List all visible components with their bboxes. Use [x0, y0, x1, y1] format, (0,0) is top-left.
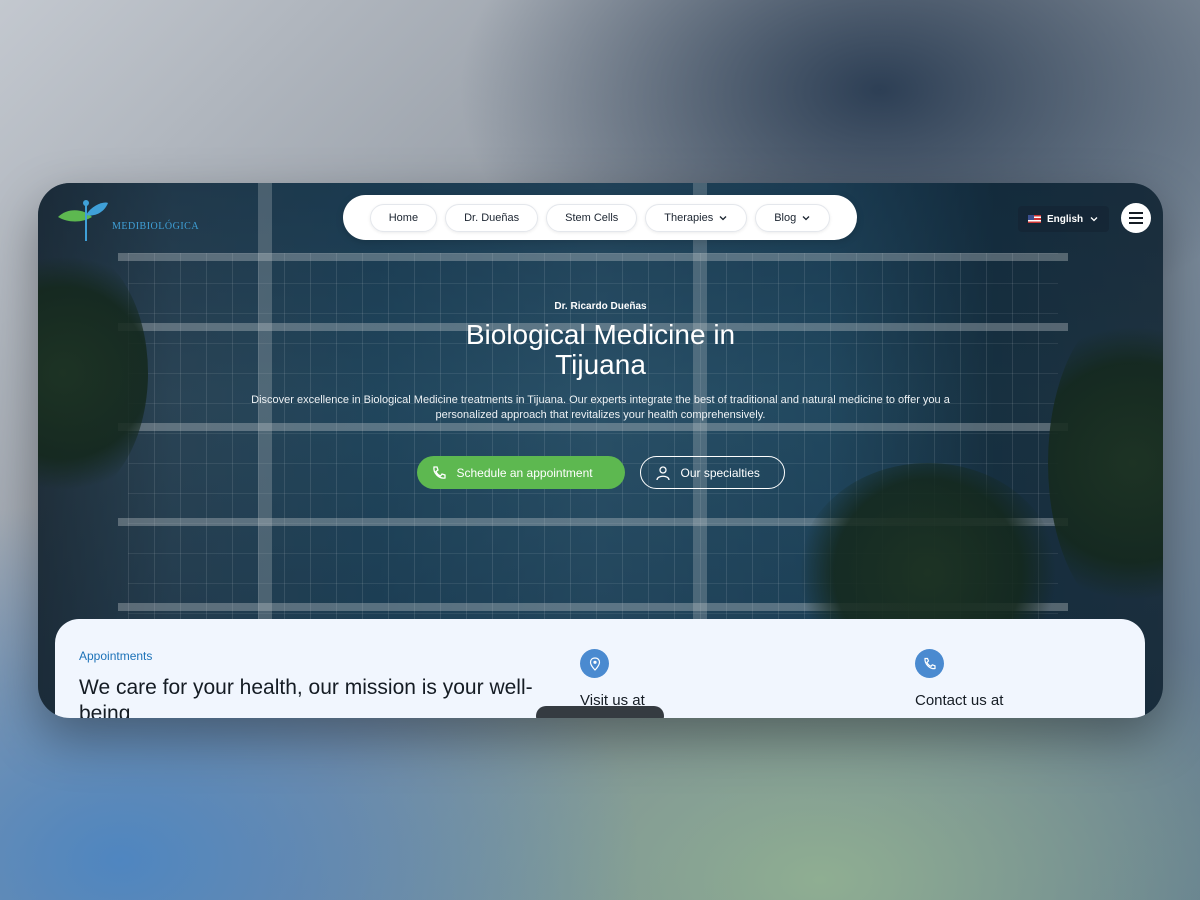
nav-home[interactable]: Home — [369, 203, 438, 232]
menu-button[interactable] — [1121, 203, 1151, 233]
hero-content: Dr. Ricardo Dueñas Biological Medicine i… — [38, 301, 1163, 423]
nav-label: Therapies — [664, 211, 714, 224]
contact-us-title: Contact us at — [915, 692, 1004, 709]
location-pin-icon — [580, 649, 609, 678]
nav-stem-cells[interactable]: Stem Cells — [546, 203, 638, 232]
leaf-logo-icon — [58, 200, 108, 241]
language-label: English — [1047, 213, 1084, 225]
browser-frame: MEDIBIOLÓGICA Home Dr. Dueñas Stem Cells… — [38, 183, 1163, 718]
hero-description: Discover excellence in Biological Medici… — [251, 394, 950, 421]
logo-text: MEDIBIOLÓGICA — [112, 220, 200, 232]
site-logo[interactable]: MEDIBIOLÓGICA — [56, 197, 199, 241]
nav-label: Stem Cells — [565, 211, 619, 224]
chevron-down-icon — [1090, 217, 1098, 222]
phone-call-icon — [915, 649, 944, 678]
schedule-appointment-button[interactable]: Schedule an appointment — [416, 456, 625, 489]
nav-blog[interactable]: Blog — [755, 203, 831, 232]
nav-label: Blog — [774, 211, 797, 224]
floating-toolbar[interactable] — [536, 706, 664, 718]
phone-icon — [432, 465, 446, 479]
hero-eyebrow: Dr. Ricardo Dueñas — [554, 301, 647, 312]
doctor-icon — [655, 465, 670, 480]
appointments-label: Appointments — [79, 649, 153, 663]
us-flag-icon — [1028, 215, 1041, 223]
hamburger-icon — [1129, 212, 1143, 224]
chevron-down-icon — [802, 215, 810, 220]
nav-therapies[interactable]: Therapies — [645, 203, 748, 232]
language-selector[interactable]: English — [1018, 206, 1110, 232]
nav-label: Dr. Dueñas — [464, 211, 520, 224]
main-nav: Home Dr. Dueñas Stem Cells Therapies Blo… — [343, 195, 857, 240]
hero-ctas: Schedule an appointment Our specialties — [38, 456, 1163, 489]
chevron-down-icon — [719, 215, 727, 220]
hero-title: Biological Medicine in Tijuana — [465, 319, 736, 380]
info-card: Appointments We care for your health, ou… — [55, 619, 1145, 718]
our-specialties-label: Our specialties — [680, 465, 760, 480]
our-specialties-button[interactable]: Our specialties — [639, 456, 785, 489]
nav-dr-duenas[interactable]: Dr. Dueñas — [445, 203, 539, 232]
info-card-title: We care for your health, our mission is … — [79, 676, 533, 718]
schedule-appointment-label: Schedule an appointment — [456, 465, 593, 480]
nav-label: Home — [388, 211, 419, 224]
